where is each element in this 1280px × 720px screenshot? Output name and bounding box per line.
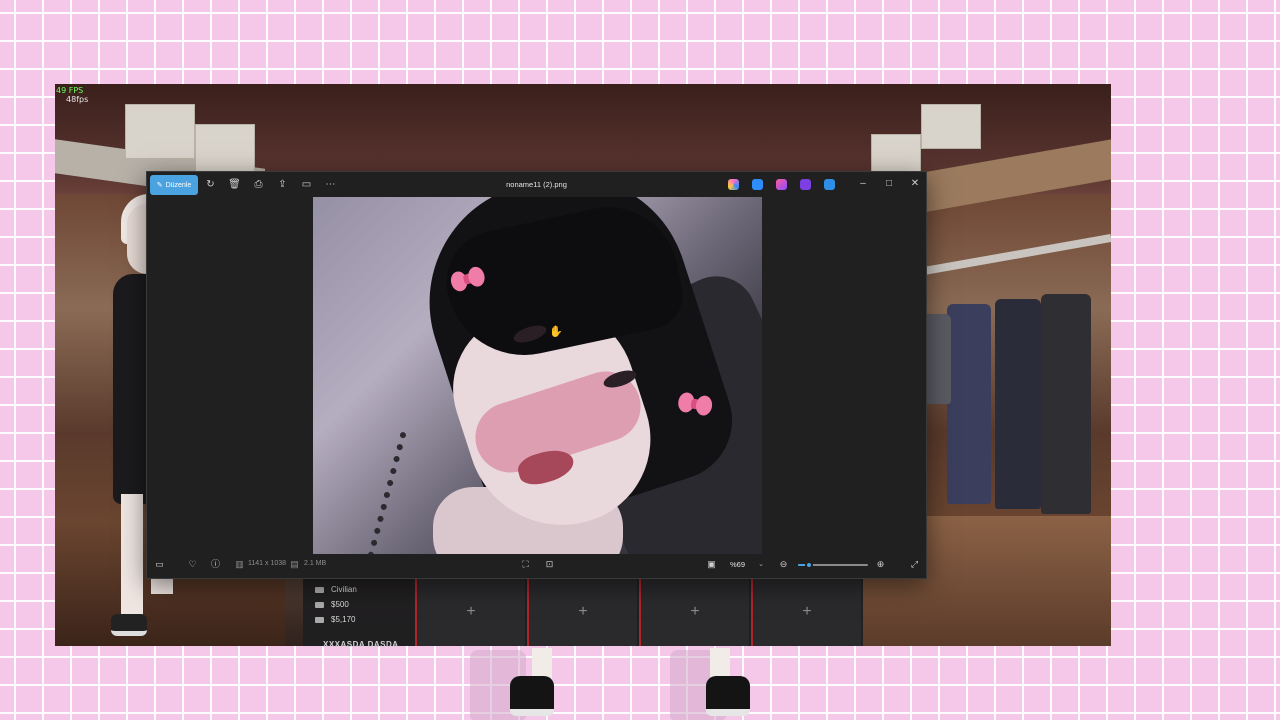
file-size: 2.1 MB [304, 560, 327, 567]
photos-window: ✎ Düzenle ↻ 🗑 ⎙ ⇪ ▭ ⋯ noname11 (2).png –… [146, 171, 927, 579]
storage-box [125, 104, 195, 159]
inventory-slot[interactable]: + [639, 578, 749, 646]
info-icon[interactable]: ⓘ [209, 558, 222, 571]
favorite-icon[interactable]: ♡ [186, 558, 199, 571]
close-icon[interactable]: ✕ [908, 177, 922, 191]
photo-canvas[interactable]: ✋ [313, 197, 762, 554]
status-bar: ▭ ♡ ⓘ ▥ 1141 x 1038 ▤ 2.1 MB ⛶ ⊡ ▣ %69 ⌄… [147, 552, 926, 578]
designer-icon[interactable] [752, 179, 763, 190]
add-icon: + [690, 603, 700, 620]
minimize-icon[interactable]: – [856, 177, 870, 191]
hanging-dress [1041, 294, 1091, 514]
avatar-shoe [510, 676, 554, 716]
cash-icon [315, 601, 324, 608]
player-name: XXXASDA DASDA [323, 640, 399, 649]
paint-icon[interactable] [800, 179, 811, 190]
zoom-dropdown[interactable]: %69 ⌄ [724, 557, 770, 572]
add-icon: + [578, 603, 588, 620]
file-size-icon: ▤ [290, 559, 299, 569]
job-row: Civilian [315, 582, 415, 597]
dimensions-icon: ▥ [235, 559, 244, 569]
storage-box [195, 124, 255, 174]
zoom-slider[interactable] [798, 561, 868, 569]
zoom-value: %69 [730, 560, 746, 569]
player-info: Civilian $500 $5,170 [315, 582, 415, 627]
job-icon [315, 586, 324, 593]
title-bar: ✎ Düzenle ↻ 🗑 ⎙ ⇪ ▭ ⋯ noname11 (2).png –… [147, 172, 926, 198]
aspect-icon[interactable]: ▣ [705, 558, 718, 571]
inventory-slot[interactable]: + [527, 578, 637, 646]
bank-icon [315, 616, 324, 623]
hanging-dress [995, 299, 1041, 509]
clipchamp-icon[interactable] [776, 179, 787, 190]
game-hud: Civilian $500 $5,170 XXXASDA DASDA + + +… [303, 578, 863, 649]
storage-box [871, 134, 921, 174]
add-icon: + [466, 603, 476, 620]
fps-counter: 49 FPS [56, 86, 84, 95]
inventory-slot[interactable]: + [415, 578, 525, 646]
storage-box [921, 104, 981, 149]
hand-cursor-icon: ✋ [549, 326, 563, 338]
avatar-leg [121, 494, 143, 624]
zoom-slider-thumb[interactable] [804, 561, 813, 569]
zoom-in-icon[interactable]: ⊕ [874, 558, 887, 571]
copilot-icon[interactable] [728, 179, 739, 190]
job-label: Civilian [331, 585, 357, 594]
actual-size-icon[interactable]: ⊡ [543, 558, 556, 571]
cash-value: $500 [331, 600, 349, 609]
fullscreen-icon[interactable]: ⤢ [908, 558, 921, 571]
filmstrip-icon[interactable]: ▭ [153, 558, 166, 571]
avatar-shoe [706, 676, 750, 716]
avatar-feet [470, 646, 760, 720]
bank-row: $5,170 [315, 612, 415, 627]
cash-row: $500 [315, 597, 415, 612]
fit-to-window-icon[interactable]: ⛶ [519, 558, 532, 571]
bank-value: $5,170 [331, 615, 356, 624]
hanging-jeans [947, 304, 991, 504]
avatar-shoe [111, 614, 147, 636]
capture-fps: 48fps [66, 95, 89, 104]
bow-sticker [676, 389, 714, 421]
onedrive-icon[interactable] [824, 179, 835, 190]
add-icon: + [802, 603, 812, 620]
maximize-icon[interactable]: □ [882, 177, 896, 191]
inventory-slot[interactable]: + [751, 578, 861, 646]
image-dimensions: 1141 x 1038 [248, 560, 287, 567]
zoom-out-icon[interactable]: ⊖ [777, 558, 790, 571]
chevron-down-icon: ⌄ [758, 561, 764, 568]
